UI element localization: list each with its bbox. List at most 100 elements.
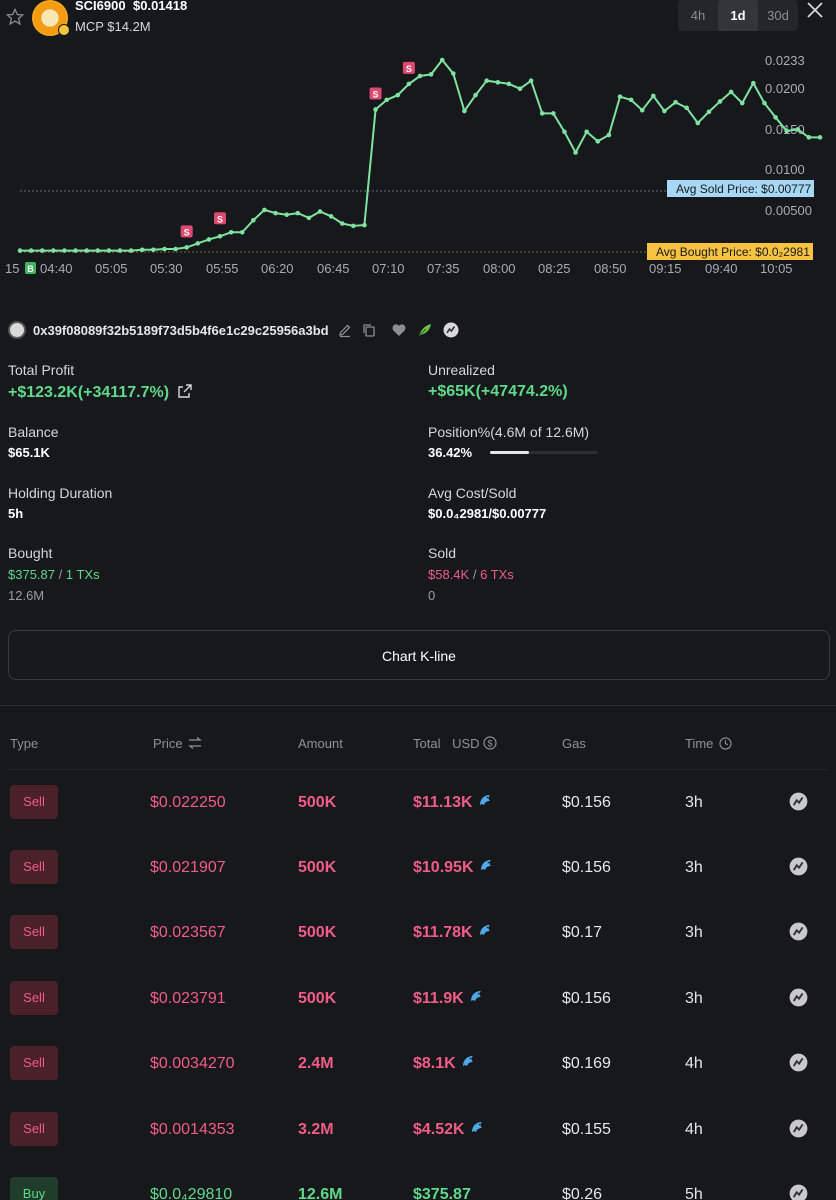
chart-badge-icon[interactable] <box>789 792 808 811</box>
trade-total-value: $375.87 <box>413 1186 471 1200</box>
col-total: Total USD $ <box>413 736 497 751</box>
trade-total-value: $11.13K <box>413 794 473 811</box>
price-point <box>84 248 89 253</box>
price-point <box>151 247 156 253</box>
trade-total: $375.87 <box>413 1185 471 1200</box>
external-link-icon[interactable] <box>177 383 193 399</box>
price-point <box>817 135 823 140</box>
price-point <box>651 93 656 99</box>
trade-total-value: $11.9K <box>413 990 464 1007</box>
x-tick-label: 07:35 <box>427 261 460 276</box>
price-point <box>495 80 501 85</box>
svg-text:$: $ <box>488 739 493 749</box>
col-price[interactable]: Price <box>153 736 203 751</box>
trade-total-value: $8.1K <box>413 1055 456 1072</box>
heart-icon[interactable] <box>391 322 407 338</box>
favorite-star-icon[interactable] <box>6 8 24 26</box>
bought-separator: / <box>58 567 63 582</box>
price-point <box>539 111 545 116</box>
x-tick-label: 08:00 <box>483 261 516 276</box>
trade-price: $0.0014353 <box>150 1121 235 1138</box>
swap-icon[interactable] <box>188 737 203 749</box>
chart-badge-icon[interactable] <box>443 322 459 338</box>
price-point <box>239 229 245 235</box>
price-point <box>184 245 189 250</box>
sold-value: $58.4K / 6 TXs <box>428 567 514 582</box>
trade-amount: 500K <box>298 924 337 941</box>
table-row[interactable]: Sell $0.0014353 3.2M $4.52K $0.155 4h <box>0 1099 836 1159</box>
price-chart[interactable]: 0.0233 0.0200 0.0150 0.0100 0.00500 15 04:40 05… <box>0 44 836 280</box>
trade-amount: 500K <box>298 859 337 876</box>
price-point <box>673 99 678 105</box>
chart-badge-icon[interactable] <box>789 1053 808 1072</box>
chart-kline-button[interactable]: Chart K-line <box>8 630 830 680</box>
price-point <box>262 207 267 213</box>
avg-bought-tag-label: Avg Bought Price: $0.0₂2981 <box>656 245 810 259</box>
trade-total: $4.52K <box>413 1120 485 1140</box>
price-point <box>706 109 712 115</box>
wallet-row: 0x39f08089f32b5189f73d5b4f6e1c29c25956a3… <box>8 320 828 340</box>
col-total-unit[interactable]: USD <box>452 736 479 751</box>
leaf-icon[interactable] <box>417 322 433 338</box>
balance-label: Balance <box>8 424 59 440</box>
table-row[interactable]: Sell $0.022250 500K $11.13K $0.156 3h <box>0 772 836 832</box>
col-gas: Gas <box>562 736 586 751</box>
price-point <box>751 80 756 86</box>
avg-cost-value: $0.0₄2981/$0.00777 <box>428 506 547 521</box>
token-header: SCI6900 $0.01418 MCP $14.2M 4h 1d 30d <box>0 0 836 44</box>
close-icon[interactable] <box>805 0 825 20</box>
trade-type-badge: Sell <box>10 850 58 884</box>
trade-type-badge: Sell <box>10 981 58 1015</box>
position-progress-bar <box>490 451 598 454</box>
y-tick-label: 0.0200 <box>765 81 805 96</box>
table-row[interactable]: Sell $0.023567 500K $11.78K $0.17 3h <box>0 902 836 962</box>
chart-badge-icon[interactable] <box>789 988 808 1007</box>
sell-marker-label: S <box>184 227 190 237</box>
table-row[interactable]: Sell $0.023791 500K $11.9K $0.156 3h <box>0 968 836 1028</box>
chart-badge-icon[interactable] <box>789 1119 808 1138</box>
price-point <box>562 129 567 135</box>
sell-marker-label: S <box>406 64 412 74</box>
trade-total: $11.13K <box>413 793 493 813</box>
clock-icon[interactable] <box>719 737 732 750</box>
table-row[interactable]: Sell $0.021907 500K $10.95K $0.156 3h <box>0 837 836 897</box>
price-point <box>684 105 689 111</box>
tab-1d[interactable]: 1d <box>718 0 758 31</box>
position-progress-fill <box>490 451 530 454</box>
wallet-address[interactable]: 0x39f08089f32b5189f73d5b4f6e1c29c25956a3… <box>33 323 329 338</box>
table-row[interactable]: Sell $0.0034270 2.4M $8.1K $0.169 4h <box>0 1033 836 1093</box>
currency-toggle-icon[interactable]: $ <box>483 736 497 750</box>
price-point <box>139 247 145 253</box>
chart-badge-icon[interactable] <box>789 922 808 941</box>
trade-gas: $0.169 <box>562 1055 611 1072</box>
price-point <box>662 108 667 114</box>
x-tick-label: 07:10 <box>372 261 405 276</box>
trade-price: $0.0₄29810 <box>150 1186 233 1200</box>
copy-icon[interactable] <box>361 322 377 338</box>
trade-price: $0.023567 <box>150 924 226 941</box>
chart-badge-icon[interactable] <box>789 1184 808 1200</box>
trade-type-badge: Sell <box>10 1112 58 1146</box>
trade-total: $11.78K <box>413 923 493 943</box>
chart-badge-icon[interactable] <box>789 857 808 876</box>
edit-icon[interactable] <box>337 322 353 338</box>
tab-4h[interactable]: 4h <box>678 0 718 31</box>
table-row[interactable]: Buy $0.0₄29810 12.6M $375.87 $0.26 5h <box>0 1164 836 1200</box>
price-point <box>306 215 312 221</box>
price-point <box>317 209 323 214</box>
price-point <box>73 248 78 253</box>
dolphin-icon <box>471 1122 482 1132</box>
token-price: $0.01418 <box>133 0 188 13</box>
price-point <box>284 212 289 218</box>
sold-separator: / <box>472 567 477 582</box>
total-profit-amount: +$123.2K(+34117.7%) <box>8 384 170 401</box>
trade-gas: $0.26 <box>562 1186 603 1200</box>
price-point <box>439 57 445 63</box>
trade-amount: 2.4M <box>298 1055 334 1072</box>
trade-price: $0.0034270 <box>150 1055 235 1072</box>
tab-30d[interactable]: 30d <box>758 0 798 31</box>
price-point <box>51 248 56 253</box>
position-label: Position%(4.6M of 12.6M) <box>428 424 590 440</box>
price-point <box>762 100 767 106</box>
trade-time: 5h <box>685 1186 703 1200</box>
